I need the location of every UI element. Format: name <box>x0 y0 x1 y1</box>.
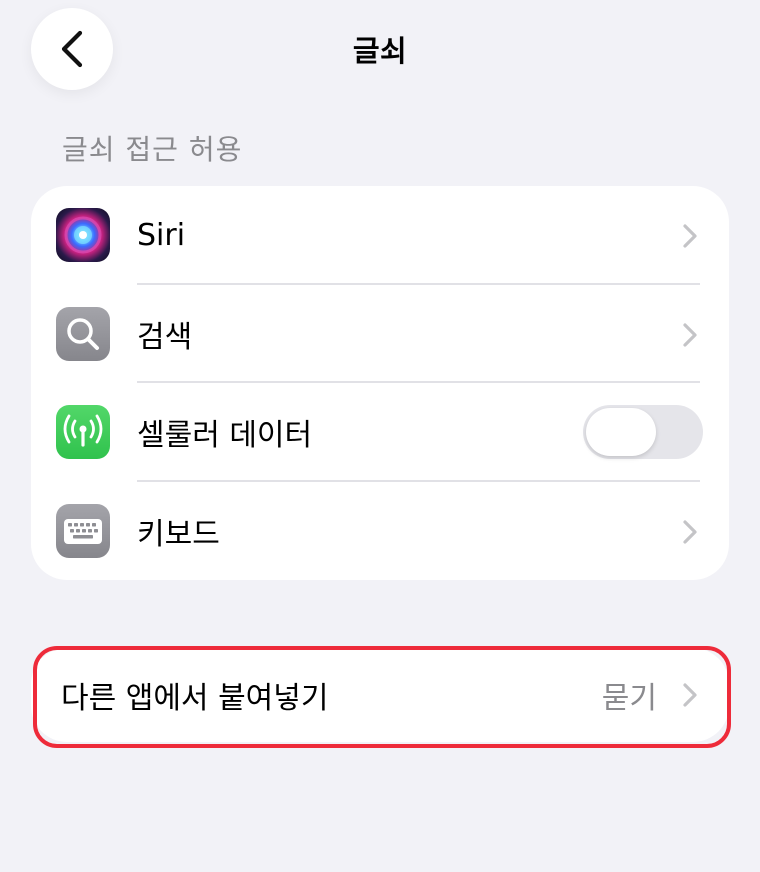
paste-value: 묻기 <box>601 681 657 716</box>
row-paste-from-other-apps[interactable]: 다른 앱에서 붙여넣기 묻기 <box>31 648 729 742</box>
navigation-bar: 글쇠 <box>0 0 760 100</box>
row-label: Siri <box>137 217 186 253</box>
chevron-right-icon <box>683 683 697 707</box>
row-cellular-data: 셀룰러 데이터 <box>31 383 729 482</box>
settings-group: Siri 검색 셀룰러 데이터 키보드 <box>31 186 729 580</box>
row-search[interactable]: 검색 <box>31 285 729 383</box>
chevron-right-icon <box>683 519 697 544</box>
paste-label: 다른 앱에서 붙여넣기 <box>61 681 329 716</box>
row-siri[interactable]: Siri <box>31 186 729 285</box>
row-label: 키보드 <box>137 516 220 552</box>
section-header: 글쇠 접근 허용 <box>62 133 243 166</box>
chevron-right-icon <box>683 224 697 248</box>
settings-screen: 글쇠 글쇠 접근 허용 Siri 검색 셀룰러 데이터 키보드 다른 앱에서 붙… <box>0 0 760 872</box>
paste-group: 다른 앱에서 붙여넣기 묻기 <box>31 648 729 742</box>
row-label: 검색 <box>137 319 193 355</box>
row-label: 셀룰러 데이터 <box>137 418 313 454</box>
keyboard-icon <box>56 503 110 558</box>
magnifying-glass-icon <box>56 306 110 361</box>
row-keyboard[interactable]: 키보드 <box>31 482 729 581</box>
siri-icon <box>56 208 110 262</box>
cellular-antenna-icon <box>56 405 110 459</box>
page-title: 글쇠 <box>352 34 408 68</box>
chevron-right-icon <box>683 322 697 347</box>
toggle-knob <box>586 408 656 456</box>
cellular-data-toggle[interactable] <box>583 405 703 459</box>
